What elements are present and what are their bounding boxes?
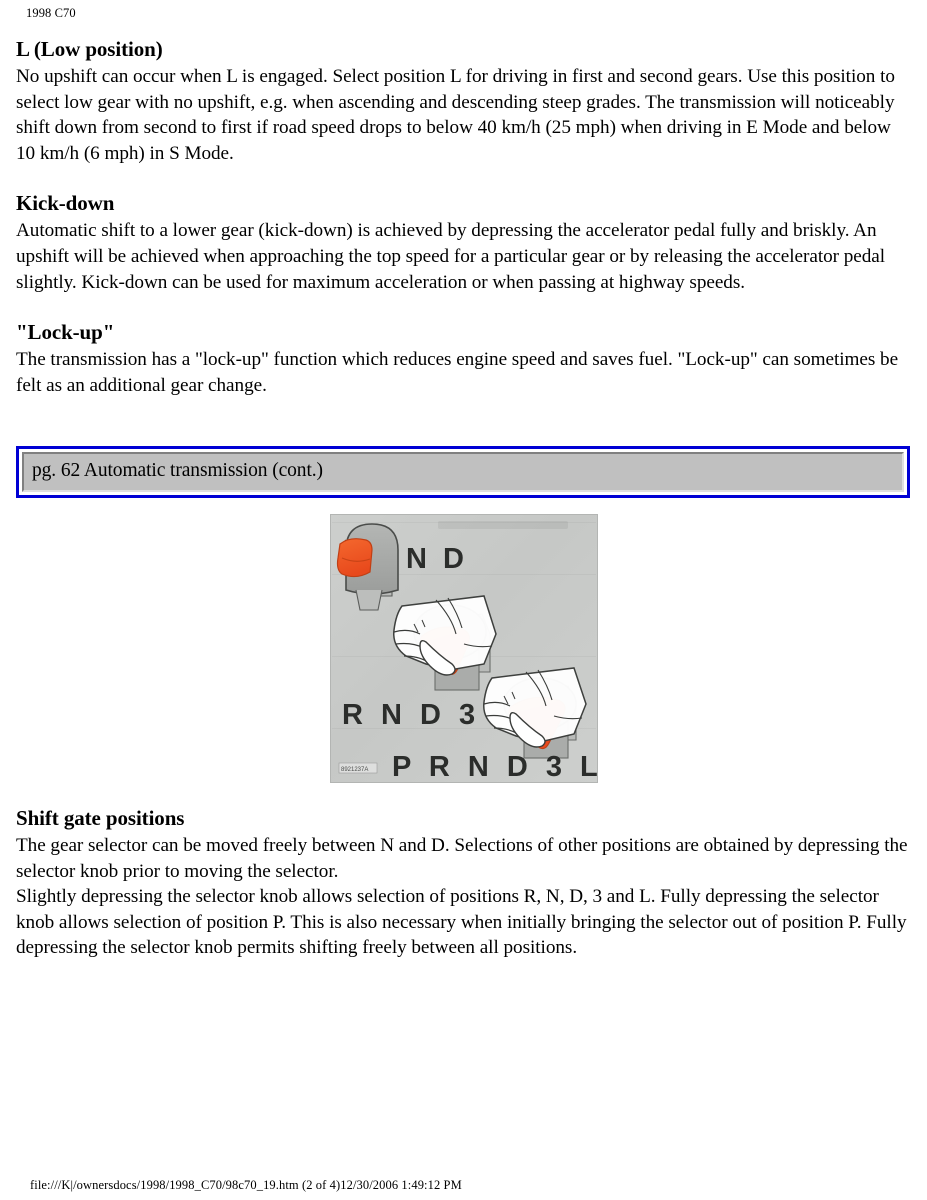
section-paragraph-lock-up: The transmission has a "lock-up" functio… (16, 349, 899, 396)
gear-label-row-3: P R N D 3 L (392, 751, 598, 783)
main-content: L (Low position) No upshift can occur wh… (16, 36, 911, 408)
section-heading-shift-gate-positions: Shift gate positions (16, 806, 185, 830)
figure-corner-code: 8921237A (338, 762, 378, 774)
section-heading-low-position: L (Low position) (16, 37, 163, 61)
section-heading-kick-down: Kick-down (16, 191, 115, 216)
document-page: 1998 C70 L (Low position) No upshift can… (0, 0, 927, 1200)
page-footer: file:///K|/ownersdocs/1998/1998_C70/98c7… (30, 1178, 462, 1192)
page-nav-bar[interactable]: pg. 62 Automatic transmission (cont.) (16, 446, 910, 498)
section-paragraph-kick-down: Automatic shift to a lower gear (kick-do… (16, 220, 886, 293)
section-low-position: L (Low position) No upshift can occur wh… (16, 36, 911, 166)
section-heading-lock-up: "Lock-up" (16, 320, 115, 345)
shift-gate-illustration: N D R N D 3 P R N D 3 L 8921237A (330, 514, 598, 783)
lower-content: Shift gate positions The gear selector c… (16, 805, 911, 975)
section-lock-up: "Lock-up" The transmission has a "lock-u… (16, 319, 911, 398)
section-paragraph-low-position: No upshift can occur when L is engaged. … (16, 66, 895, 164)
section-paragraph-shift-gate-2: Slightly depressing the selector knob al… (16, 886, 907, 959)
section-shift-gate-positions: Shift gate positions The gear selector c… (16, 805, 911, 961)
page-nav-bar-label: pg. 62 Automatic transmission (cont.) (32, 460, 323, 481)
section-kick-down: Kick-down Automatic shift to a lower gea… (16, 190, 911, 295)
gear-label-row-2: R N D 3 (342, 699, 480, 731)
running-head: 1998 C70 (26, 6, 76, 20)
gear-label-row-1: N D (406, 543, 468, 575)
page-nav-bar-field[interactable]: pg. 62 Automatic transmission (cont.) (22, 452, 904, 492)
svg-text:8921237A: 8921237A (341, 767, 368, 773)
section-paragraph-shift-gate-1: The gear selector can be moved freely be… (16, 835, 908, 882)
